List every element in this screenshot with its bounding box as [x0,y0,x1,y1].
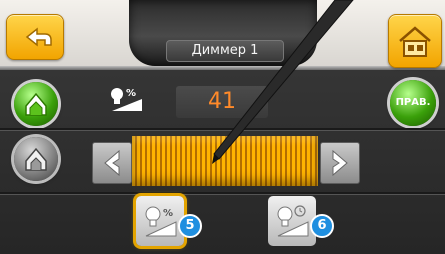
slider-fill [132,136,318,186]
home-icon [399,26,431,57]
increase-button[interactable] [320,142,360,184]
house-icon [25,92,47,116]
bulb-percent-icon: % [111,88,142,111]
mode-level-button[interactable]: % [136,196,184,246]
back-arrow-icon [25,27,52,47]
house-outline-icon [25,147,47,171]
page-title: Диммер 1 [166,40,284,62]
row-divider-1 [0,128,445,130]
mode-a-badge: 5 [178,214,202,238]
chevron-right-icon [332,149,348,177]
bulb-percent-icon: % [145,206,177,237]
bulb-timer-icon [277,205,309,237]
svg-text:%: % [126,88,136,99]
dimmer-value-display: 41 [176,86,268,118]
mode-timer-button[interactable] [268,196,316,246]
scene-button-green[interactable] [14,82,58,126]
home-button[interactable] [388,14,442,68]
back-button[interactable] [6,14,64,60]
row-divider-2 [0,192,445,194]
mode-b-badge: 6 [310,214,334,238]
svg-text:%: % [163,208,173,219]
header-divider [0,66,445,70]
dimmer-slider[interactable] [132,136,318,186]
dimmer-screen: Диммер 1 ПРАВ. % 41 % 5 6 [0,0,445,254]
decrease-button[interactable] [92,142,132,184]
right-button[interactable]: ПРАВ. [390,80,436,126]
chevron-left-icon [104,149,120,177]
scene-button-grey[interactable] [14,137,58,181]
